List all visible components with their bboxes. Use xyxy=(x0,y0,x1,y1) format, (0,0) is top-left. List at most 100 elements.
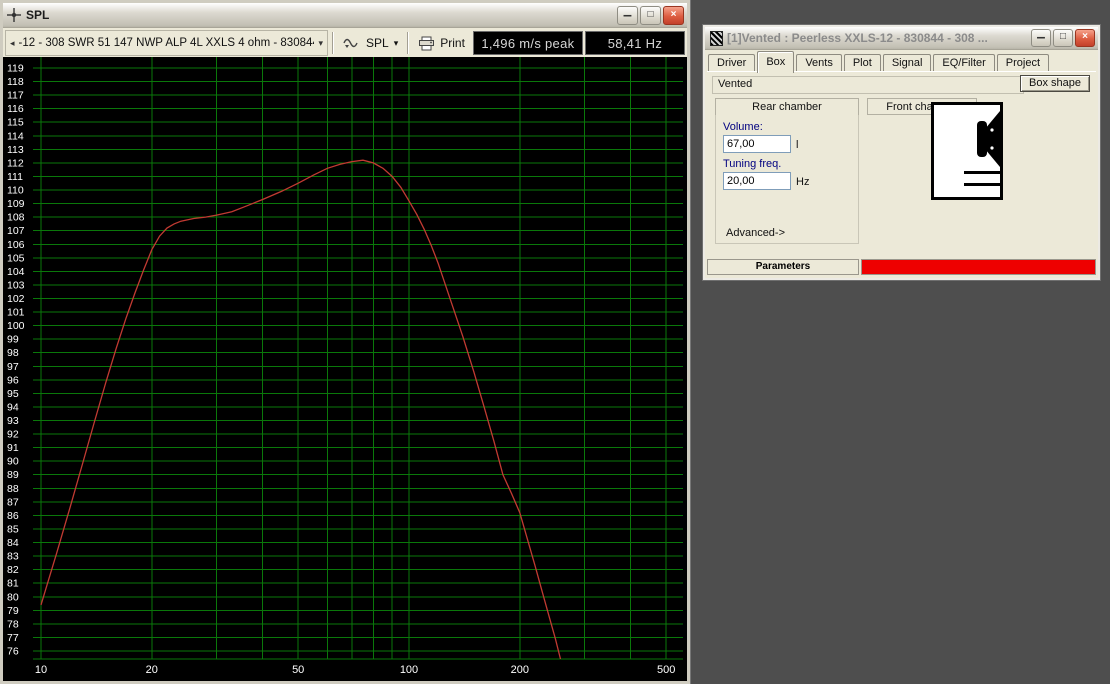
y-tick-label: 87 xyxy=(7,496,19,508)
y-tick-label: 76 xyxy=(7,646,19,658)
y-tick-label: 100 xyxy=(7,320,25,332)
crosshair-icon xyxy=(7,8,21,22)
y-tick-label: 96 xyxy=(7,374,19,386)
y-tick-label: 86 xyxy=(7,510,19,522)
y-tick-label: 80 xyxy=(7,591,19,603)
box-titlebar[interactable]: [1]Vented : Peerless XXLS-12 - 830844 - … xyxy=(705,27,1098,50)
box-window: [1]Vented : Peerless XXLS-12 - 830844 - … xyxy=(703,25,1100,280)
maximize-button[interactable]: □ xyxy=(640,5,661,25)
vent-line xyxy=(964,171,1000,174)
y-tick-label: 110 xyxy=(7,185,24,197)
y-tick-label: 117 xyxy=(7,90,24,102)
scroll-left-icon[interactable]: ◂ xyxy=(10,38,15,49)
y-tick-label: 114 xyxy=(7,130,24,142)
spl-toolbar: ◂ -12 - 308 SWR 51 147 NWP ALP 4L XXLS 4… xyxy=(3,28,687,59)
tab-rear-chamber[interactable]: Rear chamber xyxy=(715,98,859,115)
speaker-cone xyxy=(985,111,1000,167)
toolbar-separator xyxy=(407,32,410,54)
tab-vents[interactable]: Vents xyxy=(796,54,842,72)
print-label: Print xyxy=(440,36,465,50)
y-tick-label: 92 xyxy=(7,429,19,441)
volume-input[interactable] xyxy=(723,135,791,153)
tuning-freq-unit: Hz xyxy=(796,176,810,188)
close-button[interactable]: × xyxy=(663,5,684,25)
y-tick-label: 111 xyxy=(7,171,23,183)
y-tick-label: 95 xyxy=(7,388,19,400)
spl-curve xyxy=(40,159,562,659)
print-button[interactable]: Print xyxy=(413,31,470,55)
y-tick-label: 94 xyxy=(7,401,19,413)
printer-icon xyxy=(419,36,435,50)
project-selector-text: -12 - 308 SWR 51 147 NWP ALP 4L XXLS 4 o… xyxy=(18,37,315,49)
y-tick-label: 93 xyxy=(7,415,19,427)
y-tick-label: 84 xyxy=(7,537,19,549)
y-tick-label: 83 xyxy=(7,551,19,563)
y-tick-label: 77 xyxy=(7,632,19,644)
y-tick-label: 102 xyxy=(7,293,25,305)
y-tick-label: 99 xyxy=(7,334,19,346)
y-tick-label: 85 xyxy=(7,524,19,536)
tab-signal[interactable]: Signal xyxy=(882,54,932,72)
y-tick-label: 116 xyxy=(7,103,24,115)
rear-chamber-panel: Volume: l Tuning freq. Hz Advanced-> xyxy=(715,114,859,244)
spl-chart: 119118 117116 115114 113112 111 110109 108107 1… xyxy=(7,57,683,676)
parameters-progress-bar xyxy=(861,259,1096,275)
plot-type-label: SPL xyxy=(366,36,389,50)
y-tick-label: 115 xyxy=(7,117,24,129)
tab-plot[interactable]: Plot xyxy=(843,54,881,72)
minimize-button[interactable]: ▁ xyxy=(617,5,638,25)
y-tick-label: 118 xyxy=(7,76,24,88)
minimize-button[interactable]: ▁ xyxy=(1031,28,1051,47)
box-shape-button[interactable]: Box shape xyxy=(1020,75,1090,92)
y-tick-label: 98 xyxy=(7,347,19,359)
y-axis-labels: 119118 117116 115114 113112 111 110109 108107 1… xyxy=(7,63,25,658)
tab-project[interactable]: Project xyxy=(996,54,1050,72)
y-tick-label: 79 xyxy=(7,605,19,617)
y-tick-label: 89 xyxy=(7,469,19,481)
y-tick-label: 81 xyxy=(7,578,19,590)
tuning-freq-label: Tuning freq. xyxy=(723,158,782,170)
y-tick-label: 112 xyxy=(7,157,24,169)
tab-driver[interactable]: Driver xyxy=(708,54,756,72)
parameters-header[interactable]: Parameters xyxy=(707,259,859,275)
box-document-icon xyxy=(710,30,723,46)
y-tick-label: 105 xyxy=(7,252,25,264)
spl-window: SPL ▁ □ × ◂ -12 - 308 SWR 51 147 NWP ALP… xyxy=(0,0,690,684)
close-button[interactable]: × xyxy=(1075,29,1095,47)
vented-box-drawing xyxy=(964,111,1000,186)
vent-velocity-display: 1,496 m/s peak xyxy=(472,31,583,55)
volume-unit: l xyxy=(796,139,799,151)
box-tab-content: Vented Box shape Rear chamber Front cham… xyxy=(707,71,1096,257)
chevron-down-icon: ▾ xyxy=(393,37,399,48)
parameters-bar: Parameters xyxy=(707,259,1096,275)
tab-box[interactable]: Box xyxy=(757,51,795,73)
x-axis-labels: 10 20 50 100 200 500 xyxy=(35,664,676,676)
x-tick-label: 200 xyxy=(511,664,529,676)
vent-line xyxy=(964,183,1000,186)
x-tick-label: 100 xyxy=(400,664,418,676)
y-tick-label: 103 xyxy=(7,279,25,291)
y-tick-label: 113 xyxy=(7,144,24,156)
y-tick-label: 104 xyxy=(7,266,25,278)
spl-titlebar[interactable]: SPL ▁ □ × xyxy=(3,3,687,28)
advanced-button[interactable]: Advanced-> xyxy=(726,227,785,239)
box-tab-strip: Driver Box Vents Plot Signal EQ/Filter Project xyxy=(705,50,1098,73)
x-tick-label: 10 xyxy=(35,664,47,676)
plot-type-dropdown[interactable]: SPL ▾ xyxy=(338,31,403,55)
y-tick-label: 97 xyxy=(7,361,19,373)
y-tick-label: 90 xyxy=(7,456,19,468)
maximize-button[interactable]: □ xyxy=(1053,29,1073,47)
tab-eq-filter[interactable]: EQ/Filter xyxy=(933,54,995,72)
y-tick-label: 82 xyxy=(7,564,19,576)
y-tick-label: 88 xyxy=(7,483,19,495)
y-tick-label: 106 xyxy=(7,239,25,251)
spl-chart-area: 119 118 117 116 115 114 113 112 111 110 109 108 107 1… xyxy=(3,57,687,681)
y-tick-label: 78 xyxy=(7,618,19,630)
tuning-freq-input[interactable] xyxy=(723,172,791,190)
chevron-down-icon[interactable]: ▾ xyxy=(318,38,323,49)
desktop: { "spl_window": { "title": "SPL", "contr… xyxy=(0,0,1110,684)
x-tick-label: 20 xyxy=(146,664,158,676)
waveform-icon xyxy=(343,38,358,48)
box-type-field[interactable]: Vented xyxy=(712,76,1024,94)
project-selector[interactable]: ◂ -12 - 308 SWR 51 147 NWP ALP 4L XXLS 4… xyxy=(5,30,329,56)
